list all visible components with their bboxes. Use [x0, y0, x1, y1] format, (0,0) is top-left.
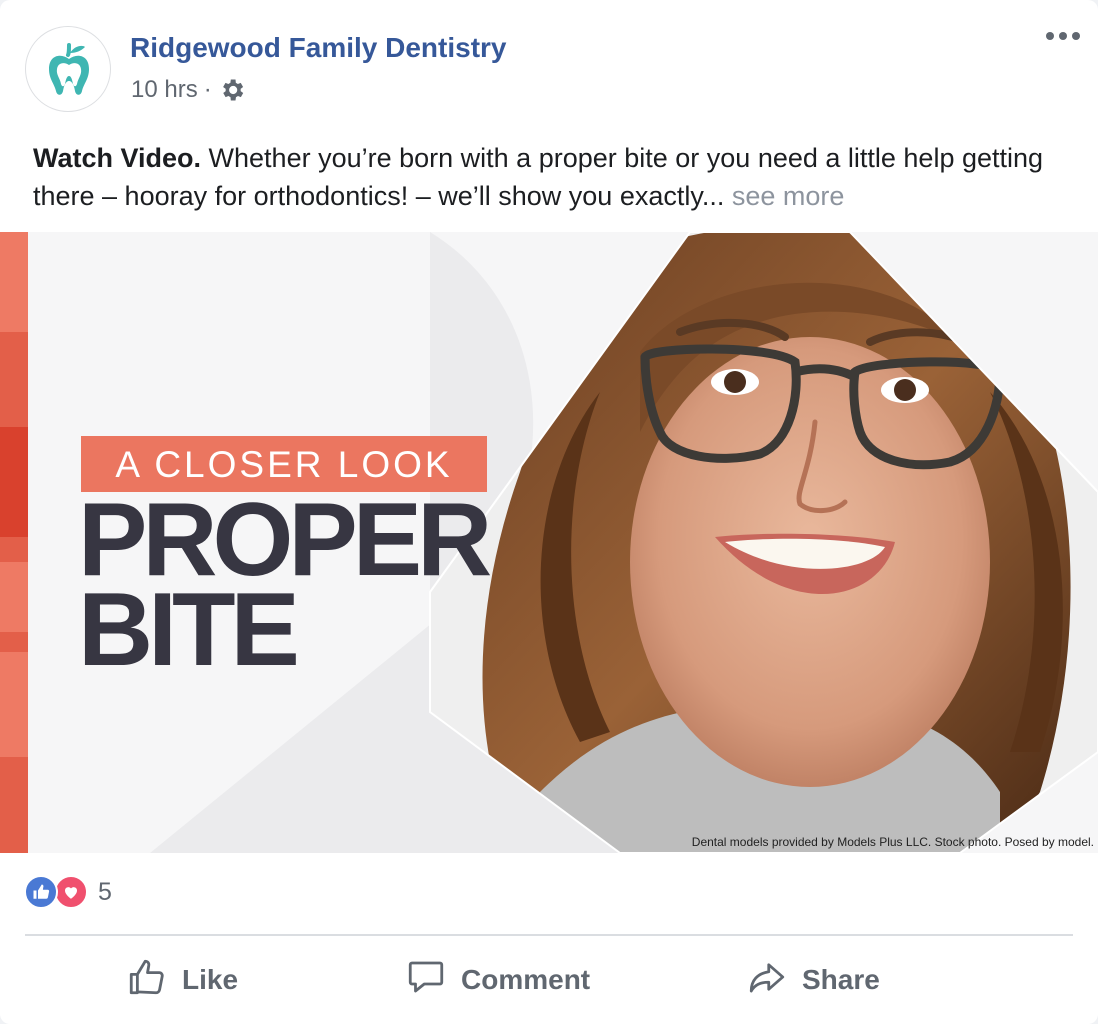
thumbs-up-icon — [126, 956, 168, 1005]
post-timestamp[interactable]: 10 hrs — [131, 76, 198, 104]
page-name-link[interactable]: Ridgewood Family Dentistry — [130, 32, 507, 64]
post-card: Ridgewood Family Dentistry 10 hrs · Watc… — [0, 0, 1098, 1024]
like-label: Like — [182, 964, 239, 995]
like-reaction-icon — [24, 875, 58, 909]
media-caption: Dental models provided by Models Plus LL… — [691, 835, 1094, 849]
post-text-bold: Watch Video. — [33, 143, 202, 173]
share-arrow-icon — [746, 956, 788, 1005]
reactions-summary[interactable]: 5 — [24, 875, 112, 909]
love-reaction-icon — [54, 875, 88, 909]
tooth-logo-icon — [49, 43, 89, 95]
comment-button[interactable]: Comment — [405, 956, 590, 1004]
post-text: Watch Video. Whether you’re born with a … — [33, 139, 1073, 215]
post-meta: 10 hrs · — [131, 76, 246, 104]
reaction-count[interactable]: 5 — [98, 878, 112, 907]
comment-bubble-icon — [405, 956, 447, 1005]
share-label: Share — [802, 964, 880, 995]
gear-icon[interactable] — [218, 76, 246, 104]
share-button[interactable]: Share — [746, 956, 880, 1004]
like-button[interactable]: Like — [126, 956, 238, 1004]
actions-divider — [25, 934, 1073, 936]
headline-line-2: BITE — [78, 572, 300, 688]
comment-label: Comment — [461, 964, 591, 995]
meta-separator: · — [203, 76, 212, 103]
page-avatar[interactable] — [25, 26, 111, 112]
more-options-icon[interactable] — [1046, 32, 1080, 40]
video-thumbnail[interactable]: A CLOSER LOOK PROPER BITE Dental models … — [0, 232, 1098, 853]
see-more-link[interactable]: see more — [732, 181, 845, 211]
